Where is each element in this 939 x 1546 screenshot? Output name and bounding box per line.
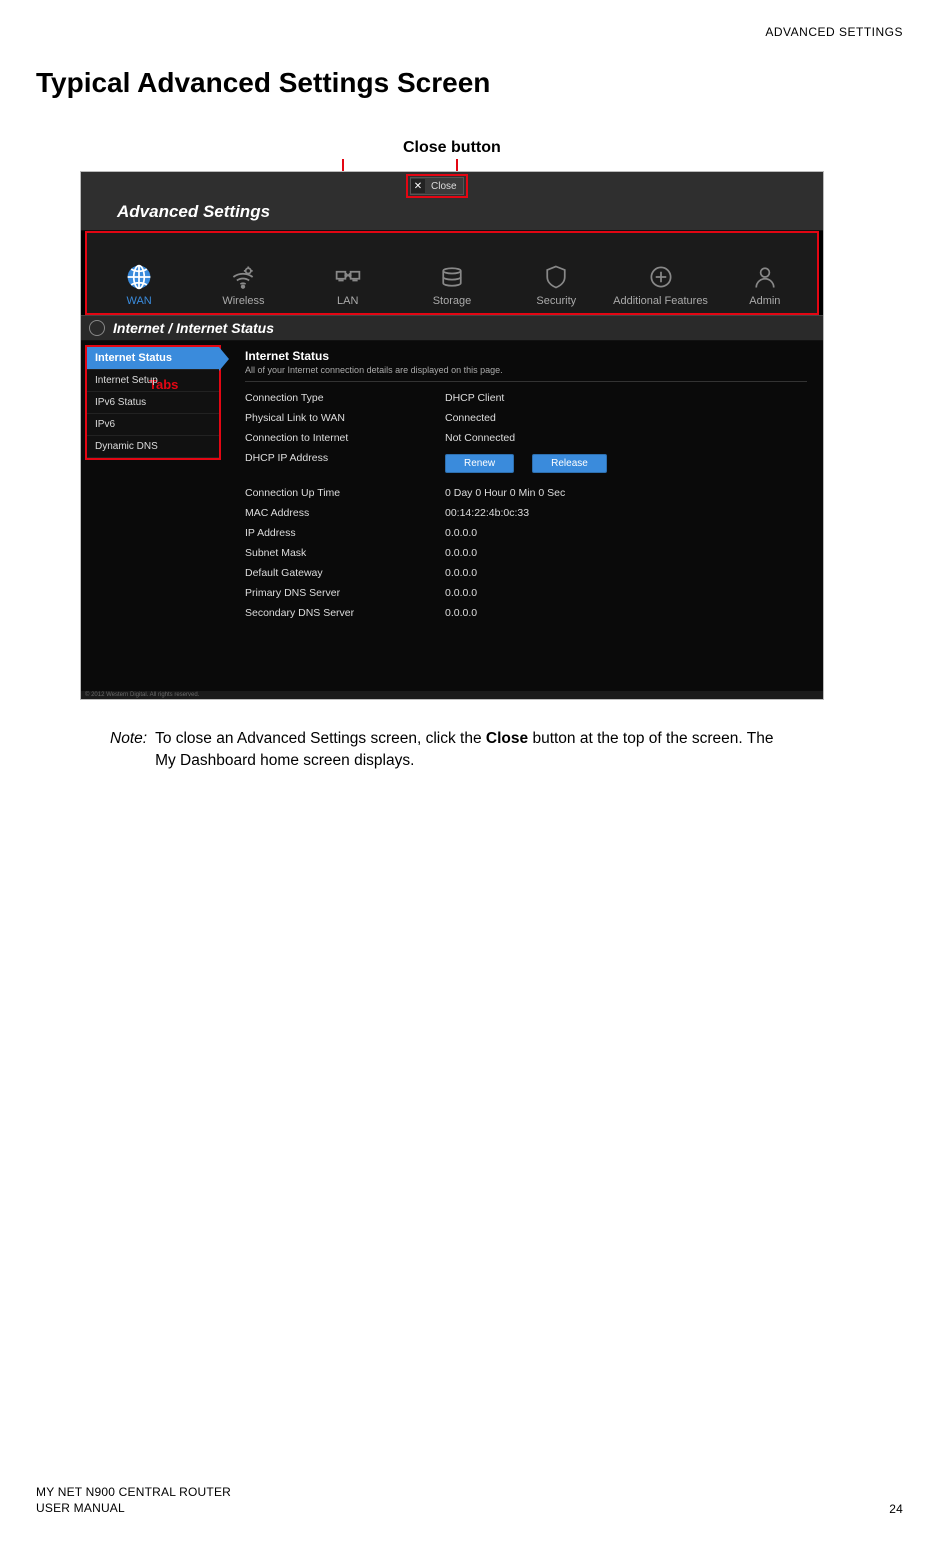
copyright: © 2012 Western Digital. All rights reser… bbox=[81, 691, 823, 699]
tabs-list: Internet Status Internet Setup IPv6 Stat… bbox=[87, 347, 219, 458]
tab-dynamic-dns[interactable]: Dynamic DNS bbox=[87, 436, 219, 458]
footer-manual: USER MANUAL bbox=[36, 1500, 231, 1516]
category-label: Security bbox=[536, 295, 576, 307]
footer: MY NET N900 CENTRAL ROUTER USER MANUAL 2… bbox=[36, 1484, 903, 1516]
page-title: Typical Advanced Settings Screen bbox=[36, 67, 903, 99]
value-mac: 00:14:22:4b:0c:33 bbox=[445, 507, 529, 519]
category-wireless[interactable]: Wireless bbox=[191, 233, 295, 313]
tabs-highlight: Tabs Internet Status Internet Setup IPv6… bbox=[85, 345, 221, 460]
value-connection-type: DHCP Client bbox=[445, 392, 504, 404]
category-admin[interactable]: Admin bbox=[713, 233, 817, 313]
callout-close: Close button bbox=[403, 139, 501, 157]
storage-icon bbox=[438, 263, 466, 291]
category-label: Wireless bbox=[222, 295, 264, 307]
category-security[interactable]: Security bbox=[504, 233, 608, 313]
category-label: LAN bbox=[337, 295, 358, 307]
label-dns2: Secondary DNS Server bbox=[245, 607, 445, 619]
lan-icon bbox=[334, 263, 362, 291]
content-pane: Internet Status All of your Internet con… bbox=[221, 341, 823, 691]
label-mac: MAC Address bbox=[245, 507, 445, 519]
label-uptime: Connection Up Time bbox=[245, 487, 445, 499]
plus-icon bbox=[647, 263, 675, 291]
window-title: Advanced Settings bbox=[81, 196, 823, 231]
release-button[interactable]: Release bbox=[532, 454, 607, 473]
label-ip: IP Address bbox=[245, 527, 445, 539]
value-ip: 0.0.0.0 bbox=[445, 527, 477, 539]
category-label: Admin bbox=[749, 295, 780, 307]
close-icon: ✕ bbox=[411, 179, 425, 193]
close-button[interactable]: ✕ Close bbox=[410, 177, 464, 195]
label-connection-internet: Connection to Internet bbox=[245, 432, 445, 444]
content-heading: Internet Status bbox=[245, 349, 807, 363]
screenshot-frame: ✕ Close Advanced Settings WAN bbox=[80, 171, 824, 700]
breadcrumb: Internet / Internet Status bbox=[113, 320, 274, 336]
label-connection-type: Connection Type bbox=[245, 392, 445, 404]
wifi-icon bbox=[229, 263, 257, 291]
label-dns1: Primary DNS Server bbox=[245, 587, 445, 599]
category-lan[interactable]: LAN bbox=[296, 233, 400, 313]
note: Note: To close an Advanced Settings scre… bbox=[110, 728, 790, 771]
category-label: Additional Features bbox=[613, 295, 708, 307]
tab-ipv6[interactable]: IPv6 bbox=[87, 414, 219, 436]
category-storage[interactable]: Storage bbox=[400, 233, 504, 313]
breadcrumb-icon bbox=[89, 320, 105, 336]
footer-product: MY NET N900 CENTRAL ROUTER bbox=[36, 1484, 231, 1500]
tab-internet-setup[interactable]: Internet Setup bbox=[87, 370, 219, 392]
close-highlight: ✕ Close bbox=[406, 174, 468, 198]
value-physical-link: Connected bbox=[445, 412, 496, 424]
shield-icon bbox=[542, 263, 570, 291]
value-gateway: 0.0.0.0 bbox=[445, 567, 477, 579]
page-number: 24 bbox=[889, 1502, 903, 1516]
categories-row: WAN Wireless LAN bbox=[87, 233, 817, 313]
admin-icon bbox=[751, 263, 779, 291]
label-physical-link: Physical Link to WAN bbox=[245, 412, 445, 424]
category-label: Storage bbox=[433, 295, 472, 307]
running-header: ADVANCED SETTINGS bbox=[36, 25, 903, 39]
close-label: Close bbox=[431, 181, 457, 192]
label-subnet: Subnet Mask bbox=[245, 547, 445, 559]
label-dhcp-ip: DHCP IP Address bbox=[245, 452, 445, 479]
label-gateway: Default Gateway bbox=[245, 567, 445, 579]
tab-internet-status[interactable]: Internet Status bbox=[87, 347, 219, 370]
category-wan[interactable]: WAN bbox=[87, 233, 191, 313]
value-uptime: 0 Day 0 Hour 0 Min 0 Sec bbox=[445, 487, 565, 499]
content-description: All of your Internet connection details … bbox=[245, 365, 807, 382]
categories-highlight: WAN Wireless LAN bbox=[85, 231, 819, 315]
renew-button[interactable]: Renew bbox=[445, 454, 514, 473]
note-text: To close an Advanced Settings screen, cl… bbox=[155, 728, 790, 771]
category-additional[interactable]: Additional Features bbox=[608, 233, 712, 313]
note-label: Note: bbox=[110, 728, 147, 771]
category-label: WAN bbox=[127, 295, 152, 307]
value-dns1: 0.0.0.0 bbox=[445, 587, 477, 599]
value-dns2: 0.0.0.0 bbox=[445, 607, 477, 619]
tab-ipv6-status[interactable]: IPv6 Status bbox=[87, 392, 219, 414]
value-connection-internet: Not Connected bbox=[445, 432, 515, 444]
value-subnet: 0.0.0.0 bbox=[445, 547, 477, 559]
globe-icon bbox=[125, 263, 153, 291]
